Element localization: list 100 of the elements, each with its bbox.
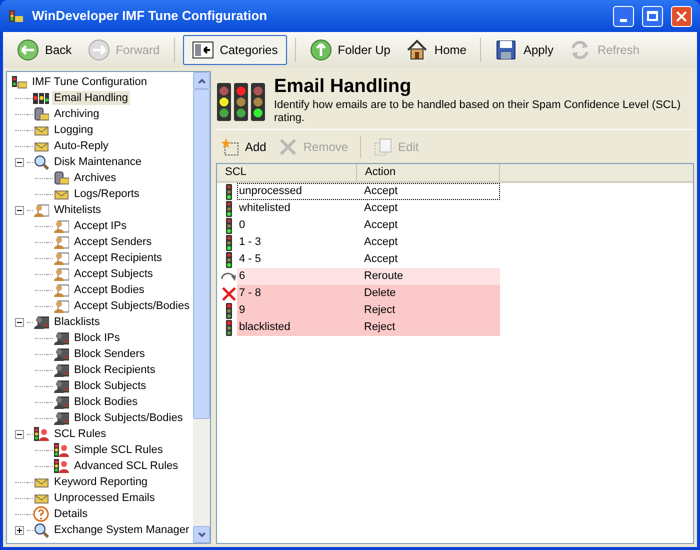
table-cell-text: Reject <box>363 303 396 318</box>
tree-item[interactable]: Simple SCL Rules <box>72 443 165 457</box>
table-row[interactable]: 9 Reject <box>237 302 500 319</box>
table-cell-text: Accept <box>363 184 398 200</box>
light-person-icon <box>33 426 49 442</box>
table-row[interactable]: 6 Reroute <box>237 268 500 285</box>
magnifier-icon <box>33 154 49 170</box>
table-cell-text: Accept <box>363 235 398 250</box>
toolbar-button[interactable]: Home <box>400 35 472 65</box>
column-header[interactable]: Action <box>357 164 500 181</box>
collapse-toggle[interactable] <box>15 206 24 214</box>
light-person-icon <box>53 458 69 474</box>
tree-item[interactable]: Block Bodies <box>72 395 140 409</box>
app-icon <box>8 8 24 24</box>
tree-item[interactable]: Accept Subjects <box>72 267 155 281</box>
toolbar-button[interactable]: Apply <box>489 35 560 65</box>
table-row[interactable]: 7 - 8 Delete <box>237 285 500 302</box>
tree-item[interactable]: Accept Subjects/Bodies <box>72 299 192 313</box>
table-cell-text: 0 <box>238 218 246 234</box>
person-card-icon <box>53 362 69 378</box>
arrow-right-icon <box>88 39 110 61</box>
person-card-icon <box>53 218 69 234</box>
tree-item[interactable]: Archiving <box>52 107 102 121</box>
tree-item[interactable]: Keyword Reporting <box>52 475 150 489</box>
window-title: WinDeveloper IMF Tune Configuration <box>32 7 268 26</box>
tree-item[interactable]: Email Handling <box>52 91 130 105</box>
document-icon <box>373 136 394 156</box>
maximize-button[interactable] <box>642 6 663 26</box>
tree-item[interactable]: Whitelists <box>52 203 104 217</box>
x-icon <box>278 136 298 156</box>
tree-item[interactable]: Details <box>52 507 90 521</box>
cylinder-mail-icon <box>33 106 49 122</box>
table-cell-text: Accept <box>363 201 398 216</box>
tree-item[interactable]: Logging <box>52 123 96 137</box>
person-card-icon <box>53 378 69 394</box>
person-card-icon <box>53 234 69 250</box>
tree-item[interactable]: Block IPs <box>72 331 122 345</box>
toolbar-button[interactable]: Categories <box>182 35 287 65</box>
collapse-toggle[interactable] <box>15 430 24 438</box>
tree-item[interactable]: Accept Senders <box>72 235 154 249</box>
table-row[interactable]: blacklisted Reject <box>237 319 500 336</box>
person-card-icon <box>53 282 69 298</box>
traffic-lights-icon <box>33 90 49 106</box>
table-cell-text: Accept <box>363 218 398 234</box>
page-description: Identify how emails are to be handled based on their Spam Confidence Level (SCL) rating. <box>274 99 682 125</box>
star-frame-icon <box>220 136 240 156</box>
expand-toggle[interactable] <box>15 526 24 534</box>
toolbar-button[interactable]: Back <box>11 35 78 65</box>
collapse-toggle[interactable] <box>15 318 24 326</box>
traffic-lights-icon <box>216 81 266 123</box>
collapse-toggle[interactable] <box>15 158 24 166</box>
light-person-icon <box>53 442 69 458</box>
tree-item[interactable]: Disk Maintenance <box>52 155 144 169</box>
lights-mail-icon <box>11 74 27 90</box>
tree-item[interactable]: Block Subjects <box>72 379 148 393</box>
tree-item[interactable]: SCL Rules <box>52 427 108 441</box>
tree-item[interactable]: Block Recipients <box>72 363 158 377</box>
tree-item[interactable]: Accept IPs <box>72 219 129 233</box>
close-button[interactable] <box>671 6 692 26</box>
person-card-icon <box>53 346 69 362</box>
magnifier-icon <box>33 522 49 538</box>
house-icon <box>406 39 428 61</box>
panel-icon <box>192 39 214 61</box>
question-icon <box>33 506 49 522</box>
table-cell-text: unprocessed <box>238 184 303 200</box>
table-cell-text: whitelisted <box>238 201 292 216</box>
scrollbar[interactable] <box>193 72 210 543</box>
table-cell-text: Reroute <box>363 269 404 284</box>
caret-down-icon <box>198 532 206 538</box>
page-title: Email Handling <box>274 75 412 99</box>
person-card-icon <box>53 266 69 282</box>
tree-item[interactable]: Archives <box>72 171 118 185</box>
arrow-left-icon <box>17 39 39 61</box>
arrow-up-icon <box>310 39 332 61</box>
table-cell-text: 4 - 5 <box>238 252 262 268</box>
table-cell-text: Delete <box>363 286 396 302</box>
tree-item[interactable]: Advanced SCL Rules <box>72 459 180 473</box>
tree-item[interactable]: Exchange System Manager <box>52 523 192 537</box>
minimize-button[interactable] <box>613 6 634 26</box>
tree-item[interactable]: IMF Tune Configuration <box>30 75 149 89</box>
close-icon <box>676 10 687 22</box>
tree-item[interactable]: Block Subjects/Bodies <box>72 411 185 425</box>
column-header[interactable]: SCL <box>217 164 357 181</box>
tree-item[interactable]: Accept Recipients <box>72 251 164 265</box>
person-card-icon <box>53 410 69 426</box>
table-cell-text: Accept <box>363 252 398 268</box>
tree-item[interactable]: Unprocessed Emails <box>52 491 157 505</box>
toolbar-button[interactable]: Folder Up <box>304 35 396 65</box>
table-cell-text: 9 <box>238 303 246 318</box>
person-card-icon <box>53 330 69 346</box>
tree-item[interactable]: Block Senders <box>72 347 147 361</box>
table-row[interactable]: unprocessed Accept <box>237 183 500 200</box>
tree-item[interactable]: Auto-Reply <box>52 139 110 153</box>
person-card-icon <box>33 202 49 218</box>
tree-item[interactable]: Logs/Reports <box>72 187 142 201</box>
toolbar-button[interactable]: Add <box>216 134 270 160</box>
caret-up-icon <box>198 78 206 84</box>
tree-item[interactable]: Accept Bodies <box>72 283 146 297</box>
tree-item[interactable]: Blacklists <box>52 315 102 329</box>
refresh-icon <box>569 39 592 61</box>
